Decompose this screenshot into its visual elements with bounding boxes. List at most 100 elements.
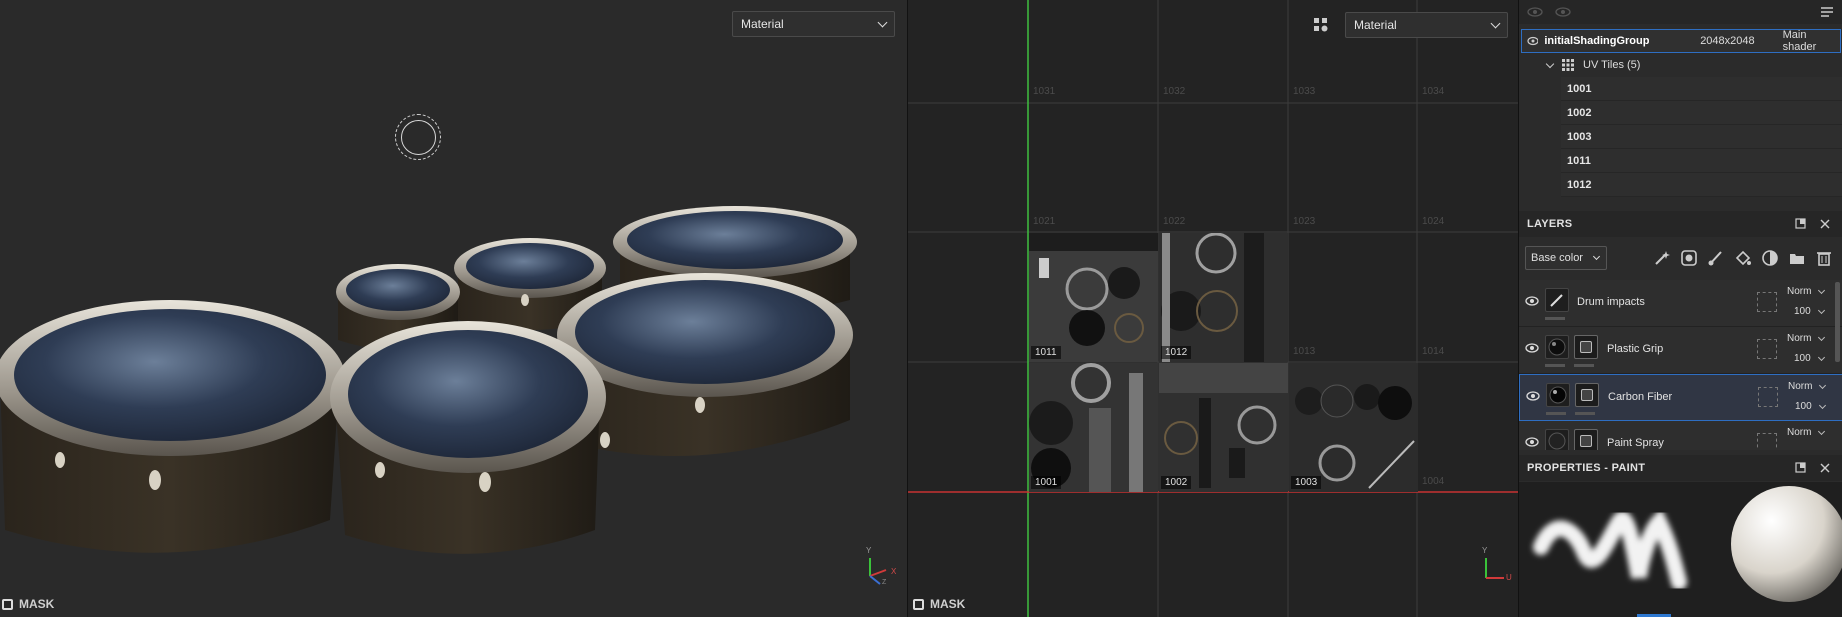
tile-label: 1032 <box>1163 86 1186 97</box>
tile-label-active: 1002 <box>1161 476 1192 489</box>
axis-gizmo-3d: Y X Z <box>862 546 902 586</box>
material-sphere-icon <box>1545 335 1569 359</box>
mask-slot[interactable] <box>1757 433 1777 450</box>
add-effect-icon[interactable] <box>1653 249 1671 267</box>
uv-tiles-group[interactable]: UV Tiles (5) <box>1519 53 1842 77</box>
tile-label: 1013 <box>1293 346 1316 357</box>
layer-name: Plastic Grip <box>1607 343 1664 355</box>
visibility-eye-icon[interactable] <box>1527 36 1539 46</box>
uv-tiles-label: UV Tiles (5) <box>1583 59 1641 71</box>
chevron-down-icon <box>1817 353 1826 362</box>
add-paint-layer-icon[interactable] <box>1707 249 1725 267</box>
chevron-down-icon <box>877 17 888 28</box>
layer-bar <box>1574 364 1594 367</box>
mask-icon <box>913 598 924 610</box>
tile-label-active: 1003 <box>1291 476 1322 489</box>
layers-scrollbar[interactable] <box>1835 282 1840 362</box>
texture-set-resolution: 2048x2048 <box>1700 35 1755 47</box>
display-mode-select[interactable]: Material <box>732 11 895 37</box>
visibility-eye-icon[interactable] <box>1525 343 1539 353</box>
layer-item-selected[interactable]: Carbon Fiber Norm 100 <box>1519 374 1842 421</box>
opacity-value[interactable]: 100 <box>1794 353 1811 364</box>
mask-slot[interactable] <box>1757 292 1777 312</box>
viewport-3d[interactable]: Material Y X Z MASK <box>0 0 907 617</box>
opacity-value[interactable]: 100 <box>1795 401 1812 412</box>
layers-header: LAYERS <box>1519 211 1842 237</box>
app-root: Material Y X Z MASK 1031 1032 1033 1034 … <box>0 0 1842 617</box>
uv-tile-1003[interactable] <box>1289 363 1418 492</box>
drum-large-left <box>0 300 345 553</box>
add-fill-layer-icon[interactable] <box>1734 249 1752 267</box>
layer-item[interactable]: Paint Spray Norm <box>1519 421 1842 450</box>
tile-label: 1031 <box>1033 86 1056 97</box>
tile-label-active: 1012 <box>1161 346 1192 359</box>
layer-bar <box>1546 412 1566 415</box>
layer-item[interactable]: Drum impacts Norm 100 <box>1519 280 1842 327</box>
properties-paint <box>1519 482 1842 617</box>
viewport-2d[interactable]: 1031 1032 1033 1034 1021 1022 1023 1024 … <box>907 0 1518 617</box>
mask-label: MASK <box>930 597 966 611</box>
display-mode-select-2d[interactable]: Material <box>1345 12 1508 38</box>
uv-tile-1012[interactable] <box>1159 233 1288 362</box>
texture-set-name: initialShadingGroup <box>1544 35 1650 47</box>
blend-mode[interactable]: Norm <box>1787 427 1811 438</box>
tile-label: 1021 <box>1033 216 1056 227</box>
add-folder-icon[interactable] <box>1788 249 1806 267</box>
layer-name: Drum impacts <box>1577 296 1645 308</box>
display-mode-value: Material <box>1354 18 1397 32</box>
texture-set-row[interactable]: initialShadingGroup 2048x2048 Main shade… <box>1521 29 1841 53</box>
tile-label: 1024 <box>1422 216 1445 227</box>
blend-mode[interactable]: Norm <box>1787 333 1811 344</box>
uv-tile-1002[interactable] <box>1159 363 1288 492</box>
tile-label: 1004 <box>1422 476 1445 487</box>
chevron-down-icon <box>1490 18 1501 29</box>
mask-toggle-3d[interactable]: MASK <box>2 597 54 611</box>
hide-eye-icon[interactable] <box>1527 6 1543 18</box>
axis-x-label: X <box>891 567 897 576</box>
layers-toolbar: Base color <box>1519 237 1842 279</box>
uv-tile-item[interactable]: 1011 <box>1561 149 1842 173</box>
layer-item[interactable]: Plastic Grip Norm 100 <box>1519 327 1842 374</box>
chevron-down-icon <box>1818 401 1827 410</box>
tiles-grid-icon <box>1562 59 1574 71</box>
undock-icon[interactable] <box>1795 218 1807 230</box>
visibility-eye-icon[interactable] <box>1526 391 1540 401</box>
mask-slot[interactable] <box>1758 387 1778 407</box>
uv-tile-1001[interactable] <box>1029 363 1158 492</box>
mask-icon <box>2 598 13 610</box>
undock-icon[interactable] <box>1795 462 1807 474</box>
material-sphere-icon <box>1546 383 1570 407</box>
layer-name: Carbon Fiber <box>1608 391 1673 403</box>
close-icon[interactable] <box>1819 218 1831 230</box>
blend-mode[interactable]: Norm <box>1788 381 1812 392</box>
mask-slot[interactable] <box>1757 339 1777 359</box>
mask-toggle-2d[interactable]: MASK <box>913 597 965 611</box>
axis-gizmo-2d: Y U <box>1478 546 1514 586</box>
eye-icon[interactable] <box>1555 6 1571 18</box>
blend-mode[interactable]: Norm <box>1787 286 1811 297</box>
uv-tile-item[interactable]: 1001 <box>1561 77 1842 101</box>
uv-tile-list: 1001 1002 1003 1011 1012 <box>1519 77 1842 197</box>
close-icon[interactable] <box>1819 462 1831 474</box>
tile-label-active: 1001 <box>1031 476 1062 489</box>
drum-kit-render <box>0 206 857 554</box>
uv-tile-1011[interactable] <box>1029 233 1158 362</box>
display-mode-value: Material <box>741 17 784 31</box>
uv-tile-item[interactable]: 1003 <box>1561 125 1842 149</box>
settings-menu-icon[interactable] <box>1820 5 1834 19</box>
delete-layer-icon[interactable] <box>1815 249 1833 267</box>
tile-label: 1034 <box>1422 86 1445 97</box>
axis-y-label: Y <box>866 546 872 555</box>
drum-right <box>557 273 853 456</box>
tile-label: 1033 <box>1293 86 1316 97</box>
add-mask-icon[interactable] <box>1680 249 1698 267</box>
channel-select[interactable]: Base color <box>1525 246 1607 270</box>
mask-label: MASK <box>19 597 55 611</box>
uv-tile-item[interactable]: 1002 <box>1561 101 1842 125</box>
add-smart-material-icon[interactable] <box>1761 249 1779 267</box>
uv-tile-grid-icon[interactable] <box>1313 17 1329 33</box>
uv-tile-item[interactable]: 1012 <box>1561 173 1842 197</box>
opacity-value[interactable]: 100 <box>1794 306 1811 317</box>
visibility-eye-icon[interactable] <box>1525 296 1539 306</box>
visibility-eye-icon[interactable] <box>1525 437 1539 447</box>
